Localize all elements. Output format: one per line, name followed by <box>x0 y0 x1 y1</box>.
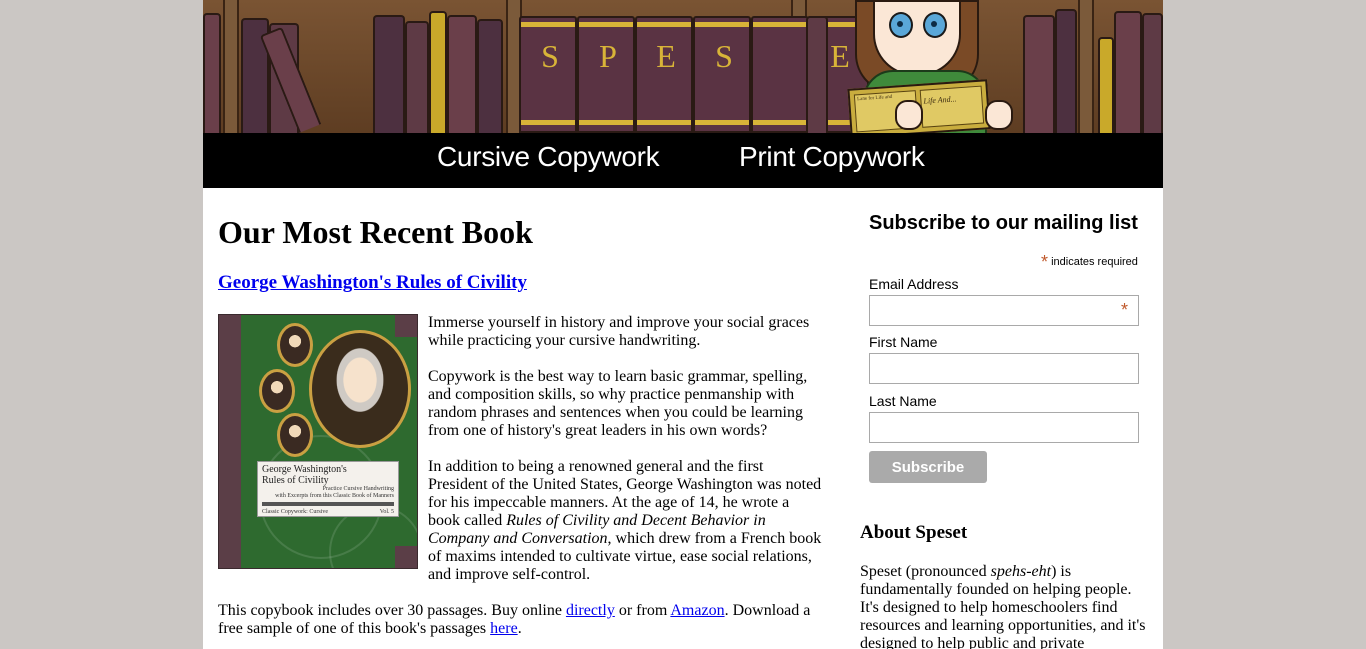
title-book: S <box>519 16 577 133</box>
cover-corner <box>395 315 417 337</box>
history-paragraph: In addition to being a renowned general … <box>428 458 823 584</box>
cover-footer: Classic Copywork: Cursive Vol. 5 <box>262 509 394 515</box>
shelf-book <box>405 21 429 133</box>
page-title: Our Most Recent Book <box>218 214 533 250</box>
spine-letter: S <box>715 38 733 74</box>
nav-cursive-copywork[interactable]: Cursive Copywork <box>437 141 660 173</box>
shelf-post <box>1078 0 1094 133</box>
site-banner[interactable]: S P E S E Lane for Life and Life And... <box>203 0 1163 133</box>
reading-girl-illustration: Lane for Life and Life And... <box>843 0 1023 133</box>
required-asterisk: * <box>1120 300 1128 320</box>
shelf-book <box>1055 9 1077 133</box>
title-book: P <box>577 16 635 133</box>
required-note: * indicates required <box>1041 252 1138 273</box>
purchase-paragraph: This copybook includes over 30 passages.… <box>218 602 823 638</box>
shelf-book <box>1023 15 1055 133</box>
title-book <box>751 16 809 133</box>
last-name-label: Last Name <box>869 393 937 409</box>
cover-spine <box>219 315 241 568</box>
purchase-text: This copybook includes over 30 passages.… <box>218 602 566 619</box>
email-label: Email Address <box>869 276 959 292</box>
book-page: Life And... <box>919 85 985 128</box>
shelf-book <box>429 11 447 133</box>
shelf-book <box>373 15 405 133</box>
spine-letter: P <box>599 38 617 74</box>
small-portrait <box>277 413 313 457</box>
sample-download-link[interactable]: here <box>490 620 518 637</box>
cover-volume: Vol. 5 <box>379 509 394 515</box>
about-paragraph: Speset (pronounced spehs-eht) is fundame… <box>860 563 1150 649</box>
purchase-text: . <box>517 620 522 637</box>
shelf-book <box>477 19 503 133</box>
cover-subtitle-line: with Excerpts from this Classic Book of … <box>275 493 394 499</box>
subscribe-button[interactable]: Subscribe <box>869 451 987 483</box>
title-book: E <box>635 16 693 133</box>
spine-letter: E <box>656 38 676 74</box>
washington-portrait <box>309 330 411 448</box>
page-container: S P E S E Lane for Life and Life And... <box>203 0 1163 649</box>
subscribe-heading: Subscribe to our mailing list <box>869 212 1138 234</box>
required-note-text: indicates required <box>1051 256 1138 268</box>
cover-subtitle-line: Practice Cursive Handwriting <box>322 486 394 492</box>
main-nav: Cursive Copywork Print Copywork <box>203 133 1163 188</box>
buy-directly-link[interactable]: directly <box>566 602 615 619</box>
girl-eye <box>889 12 913 38</box>
about-heading: About Speset <box>860 522 968 543</box>
girl-hand <box>985 100 1013 130</box>
email-field[interactable]: * <box>869 295 1139 326</box>
spine-letter: S <box>541 38 559 74</box>
purchase-text: or from <box>614 602 671 619</box>
about-text: Speset (pronounced <box>860 563 991 580</box>
shelf-book <box>1098 37 1114 133</box>
shelf-book <box>806 16 828 133</box>
first-name-label: First Name <box>869 334 938 350</box>
required-asterisk: * <box>1041 252 1049 272</box>
first-name-field[interactable] <box>869 353 1139 384</box>
book-cover-image[interactable]: George Washington's Rules of Civility Pr… <box>218 314 418 569</box>
shelf-book <box>1142 13 1163 133</box>
cover-title-line: George Washington's <box>262 464 347 475</box>
cover-series: Classic Copywork: Cursive <box>262 509 328 515</box>
amazon-link[interactable]: Amazon <box>670 602 724 619</box>
girl-eye <box>923 12 947 38</box>
shelf-book <box>1114 11 1142 133</box>
book-page-text: Life And... <box>923 94 957 106</box>
intro-paragraph: Immerse yourself in history and improve … <box>428 314 810 349</box>
shelf-book <box>203 13 221 133</box>
book-title-link[interactable]: George Washington's Rules of Civility <box>218 272 527 294</box>
title-book: S <box>693 16 751 133</box>
last-name-field[interactable] <box>869 412 1139 443</box>
shelf-book <box>447 15 477 133</box>
small-portrait <box>259 369 295 413</box>
pronunciation: spehs-eht <box>990 563 1052 580</box>
cover-label: George Washington's Rules of Civility Pr… <box>257 461 399 517</box>
cover-title-line: Rules of Civility <box>262 475 329 486</box>
cover-divider <box>262 502 394 506</box>
small-portrait <box>277 323 313 367</box>
copywork-paragraph: Copywork is the best way to learn basic … <box>428 368 808 439</box>
girl-hand <box>895 100 923 130</box>
shelf-post <box>223 0 239 133</box>
nav-print-copywork[interactable]: Print Copywork <box>739 141 925 173</box>
